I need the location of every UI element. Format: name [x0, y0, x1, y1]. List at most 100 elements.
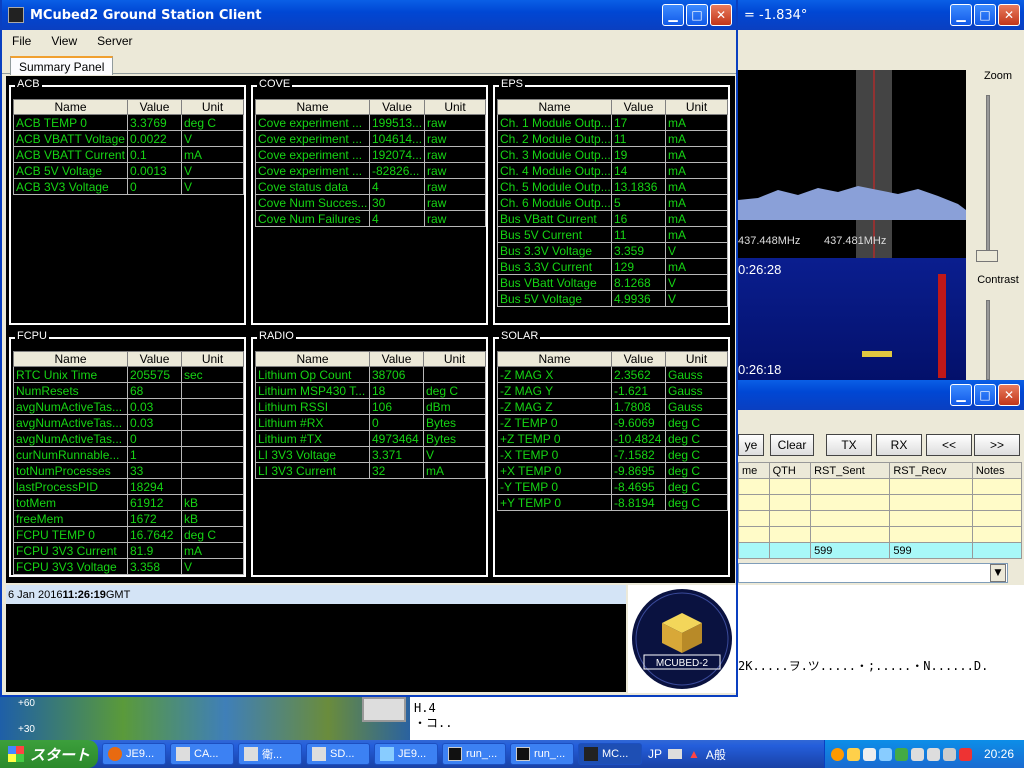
maximize-button[interactable]: □	[686, 4, 708, 26]
table-row[interactable]: -Z MAG Z 1.7808 Gauss	[497, 398, 728, 415]
table-row[interactable]: ACB 5V Voltage 0.0013 V	[13, 162, 244, 179]
table-row[interactable]: Bus 3.3V Current 129 mA	[497, 258, 728, 275]
table-row[interactable]	[738, 494, 1023, 511]
table-row[interactable]: Cove experiment ... 104614... raw	[255, 130, 486, 147]
table-row[interactable]: Bus VBatt Voltage 8.1268 V	[497, 274, 728, 291]
table-row[interactable]: Lithium MSP430 T... 18 deg C	[255, 382, 486, 399]
table-row[interactable]: Lithium #TX 4973464 Bytes	[255, 430, 486, 447]
taskbar-item[interactable]: JE9...	[374, 743, 438, 765]
language-bar[interactable]: JP ▲ A般	[648, 746, 726, 763]
tray-icon[interactable]	[863, 747, 876, 761]
logger-next-button[interactable]: >>	[974, 434, 1020, 456]
table-row[interactable]: Cove Num Succes... 30 raw	[255, 194, 486, 211]
table-row[interactable]: Cove experiment ... 199513... raw	[255, 114, 486, 131]
spectrum-minimize-button[interactable]: ▁	[950, 4, 972, 26]
table-row[interactable]	[738, 478, 1023, 495]
zoom-slider-thumb[interactable]	[976, 250, 998, 262]
column-header-name[interactable]: Name	[13, 351, 128, 367]
table-row[interactable]: Cove experiment ... 192074... raw	[255, 146, 486, 163]
column-header-unit[interactable]: Unit	[181, 351, 244, 367]
column-header-value[interactable]: Value	[368, 99, 426, 115]
clock[interactable]: 20:26	[984, 747, 1014, 761]
table-row[interactable]: FCPU TEMP 0 16.7642 deg C	[13, 526, 244, 543]
table-row[interactable]: +Z TEMP 0 -10.4824 deg C	[497, 430, 728, 447]
table-row-selected[interactable]: 599 599	[738, 542, 1023, 559]
table-row[interactable]: -X TEMP 0 -7.1582 deg C	[497, 446, 728, 463]
table-row[interactable]: Cove status data 4 raw	[255, 178, 486, 195]
network-icon[interactable]	[927, 747, 940, 761]
column-header-unit[interactable]: Unit	[665, 99, 728, 115]
column-header-value[interactable]: Value	[127, 99, 182, 115]
col-qth[interactable]: QTH	[768, 462, 812, 479]
table-row[interactable]: lastProcessPID 18294	[13, 478, 244, 495]
ime-mode[interactable]: A般	[706, 746, 726, 763]
taskbar-item[interactable]: 衛...	[238, 743, 302, 765]
table-row[interactable]: Bus 5V Current 11 mA	[497, 226, 728, 243]
table-row[interactable]: FCPU 3V3 Current 81.9 mA	[13, 542, 244, 559]
start-button[interactable]: スタート	[0, 740, 98, 768]
table-row[interactable]: curNumRunnable... 1	[13, 446, 244, 463]
table-row[interactable]: Bus 3.3V Voltage 3.359 V	[497, 242, 728, 259]
table-row[interactable]: avgNumActiveTas... 0.03	[13, 414, 244, 431]
table-row[interactable]: Lithium RSSI 106 dBm	[255, 398, 486, 415]
taskbar-item[interactable]: run_...	[442, 743, 506, 765]
ime-icon[interactable]: ▲	[688, 747, 700, 761]
table-row[interactable]	[738, 526, 1023, 543]
table-row[interactable]: avgNumActiveTas... 0.03	[13, 398, 244, 415]
table-row[interactable]: Bus 5V Voltage 4.9936 V	[497, 290, 728, 307]
tray-icon[interactable]	[831, 747, 844, 761]
tray-icon[interactable]	[895, 747, 908, 761]
spectrum-close-button[interactable]: ✕	[998, 4, 1020, 26]
table-row[interactable]: avgNumActiveTas... 0	[13, 430, 244, 447]
col-rst-sent[interactable]: RST_Sent	[810, 462, 891, 479]
tray-icon[interactable]	[847, 747, 860, 761]
table-row[interactable]: Ch. 1 Module Outp... 17 mA	[497, 114, 728, 131]
table-row[interactable]: -Z MAG X 2.3562 Gauss	[497, 366, 728, 383]
logger-close-button[interactable]: ✕	[998, 384, 1020, 406]
table-row[interactable]: Ch. 3 Module Outp... 19 mA	[497, 146, 728, 163]
spectrum-maximize-button[interactable]: □	[974, 4, 996, 26]
column-header-value[interactable]: Value	[369, 351, 424, 367]
speaker-icon[interactable]	[943, 747, 956, 761]
table-row[interactable]: Lithium Op Count 38706	[255, 366, 486, 383]
table-row[interactable]: NumResets 68	[13, 382, 244, 399]
table-row[interactable]: LI 3V3 Voltage 3.371 V	[255, 446, 486, 463]
shield-icon[interactable]	[959, 747, 972, 761]
col-rst-recv[interactable]: RST_Recv	[889, 462, 973, 479]
table-row[interactable]: Ch. 2 Module Outp... 11 mA	[497, 130, 728, 147]
column-header-unit[interactable]: Unit	[181, 99, 244, 115]
menu-server[interactable]: Server	[97, 34, 132, 48]
logger-combo-input[interactable]	[738, 563, 1008, 583]
taskbar-item-active[interactable]: MC...	[578, 743, 642, 765]
taskbar-item[interactable]: CA...	[170, 743, 234, 765]
logger-tx-button[interactable]: TX	[826, 434, 872, 456]
taskbar-item[interactable]: SD...	[306, 743, 370, 765]
table-row[interactable]: Ch. 4 Module Outp... 14 mA	[497, 162, 728, 179]
table-row[interactable]: RTC Unix Time 205575 sec	[13, 366, 244, 383]
table-row[interactable]: +X TEMP 0 -9.8695 deg C	[497, 462, 728, 479]
table-row[interactable]: Lithium #RX 0 Bytes	[255, 414, 486, 431]
taskbar-item[interactable]: run_...	[510, 743, 574, 765]
column-header-unit[interactable]: Unit	[424, 99, 486, 115]
column-header-name[interactable]: Name	[255, 99, 370, 115]
col-notes[interactable]: Notes	[971, 462, 1023, 479]
table-row[interactable]: ACB 3V3 Voltage 0 V	[13, 178, 244, 195]
logger-maximize-button[interactable]: □	[974, 384, 996, 406]
contrast-slider[interactable]	[986, 300, 990, 380]
col-name[interactable]: me	[738, 462, 770, 479]
network-icon[interactable]	[911, 747, 924, 761]
table-row[interactable]: LI 3V3 Current 32 mA	[255, 462, 486, 479]
zoom-slider[interactable]	[986, 95, 990, 260]
table-row[interactable]: ACB VBATT Voltage 0.0022 V	[13, 130, 244, 147]
table-row[interactable]: totMem 61912 kB	[13, 494, 244, 511]
logger-clear-button[interactable]: Clear	[770, 434, 814, 456]
column-header-value[interactable]: Value	[611, 99, 666, 115]
column-header-name[interactable]: Name	[497, 351, 612, 367]
column-header-name[interactable]: Name	[13, 99, 128, 115]
chevron-down-icon[interactable]: ▼	[990, 564, 1006, 582]
column-header-unit[interactable]: Unit	[665, 351, 728, 367]
column-header-unit[interactable]: Unit	[423, 351, 486, 367]
column-header-name[interactable]: Name	[497, 99, 612, 115]
table-row[interactable]: FCPU 3V3 Voltage 3.358 V	[13, 558, 244, 575]
table-row[interactable]: ACB VBATT Current 0.1 mA	[13, 146, 244, 163]
